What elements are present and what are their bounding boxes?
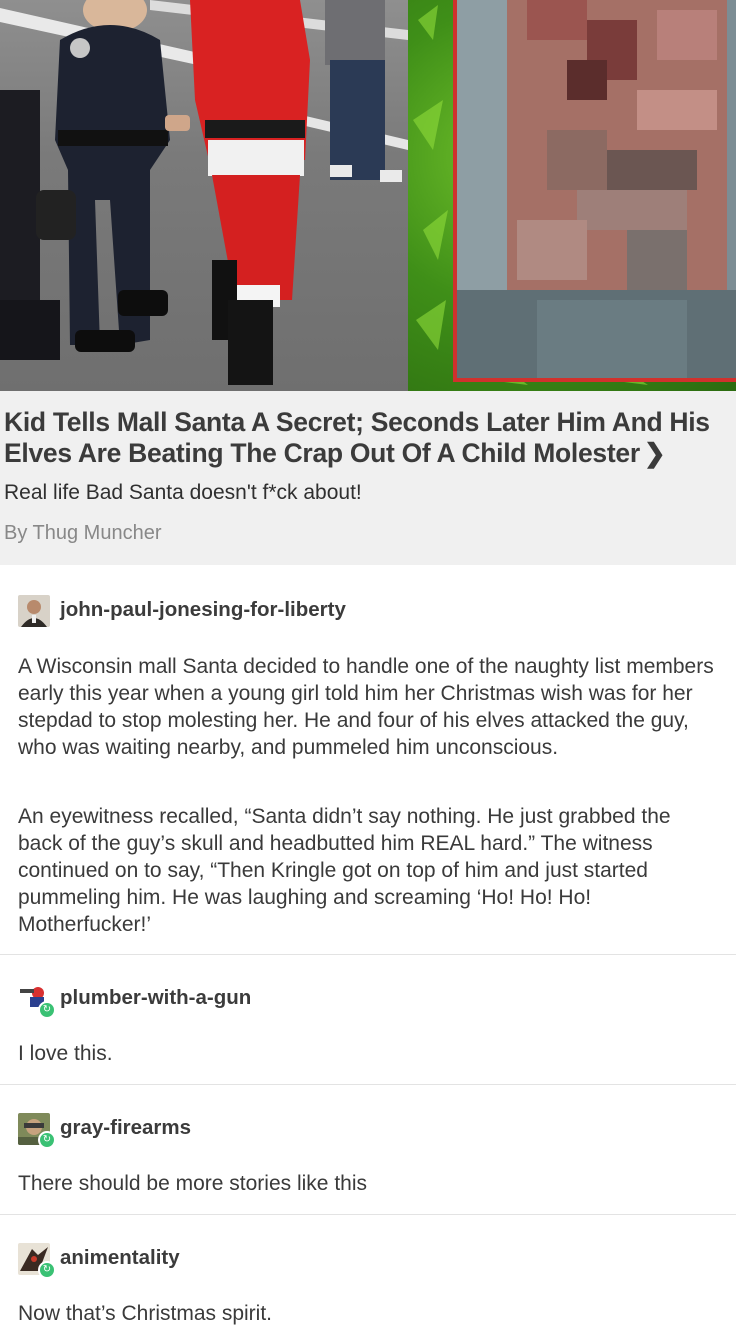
post-paragraph: I love this. — [18, 1042, 113, 1065]
post-divider — [0, 1084, 736, 1085]
pixelated-face — [453, 0, 736, 382]
post-paragraph: There should be more stories like this — [18, 1172, 367, 1195]
post-username[interactable]: john-paul-jonesing-for-liberty — [60, 598, 346, 622]
post-username[interactable]: gray-firearms — [60, 1116, 191, 1140]
reblog-icon: ↻ — [38, 1261, 56, 1279]
article-subtitle: Real life Bad Santa doesn't f*ck about! — [4, 481, 362, 504]
avatar[interactable] — [18, 595, 50, 627]
post-paragraph: Now that’s Christmas spirit. — [18, 1302, 273, 1325]
santa-arrest-photo — [0, 0, 408, 391]
chevron-right-icon: ❯ — [643, 438, 666, 468]
article-thumbnail[interactable] — [0, 0, 736, 391]
reblog-icon: ↻ — [38, 1131, 56, 1149]
reblog-icon: ↻ — [38, 1001, 56, 1019]
mugshot-photo — [408, 0, 736, 391]
article-title[interactable]: Kid Tells Mall Santa A Secret; Seconds L… — [4, 407, 724, 469]
article-byline: By Thug Muncher — [4, 522, 162, 544]
post-paragraph: A Wisconsin mall Santa decided to handle… — [18, 655, 714, 759]
post-paragraph: An eyewitness recalled, “Santa didn’t sa… — [18, 805, 671, 936]
post-username[interactable]: animentality — [60, 1246, 180, 1270]
article-card[interactable]: Kid Tells Mall Santa A Secret; Seconds L… — [0, 391, 736, 565]
article-title-text: Kid Tells Mall Santa A Secret; Seconds L… — [4, 407, 710, 468]
post-divider — [0, 954, 736, 955]
post-divider — [0, 1214, 736, 1215]
post-username[interactable]: plumber-with-a-gun — [60, 986, 251, 1010]
